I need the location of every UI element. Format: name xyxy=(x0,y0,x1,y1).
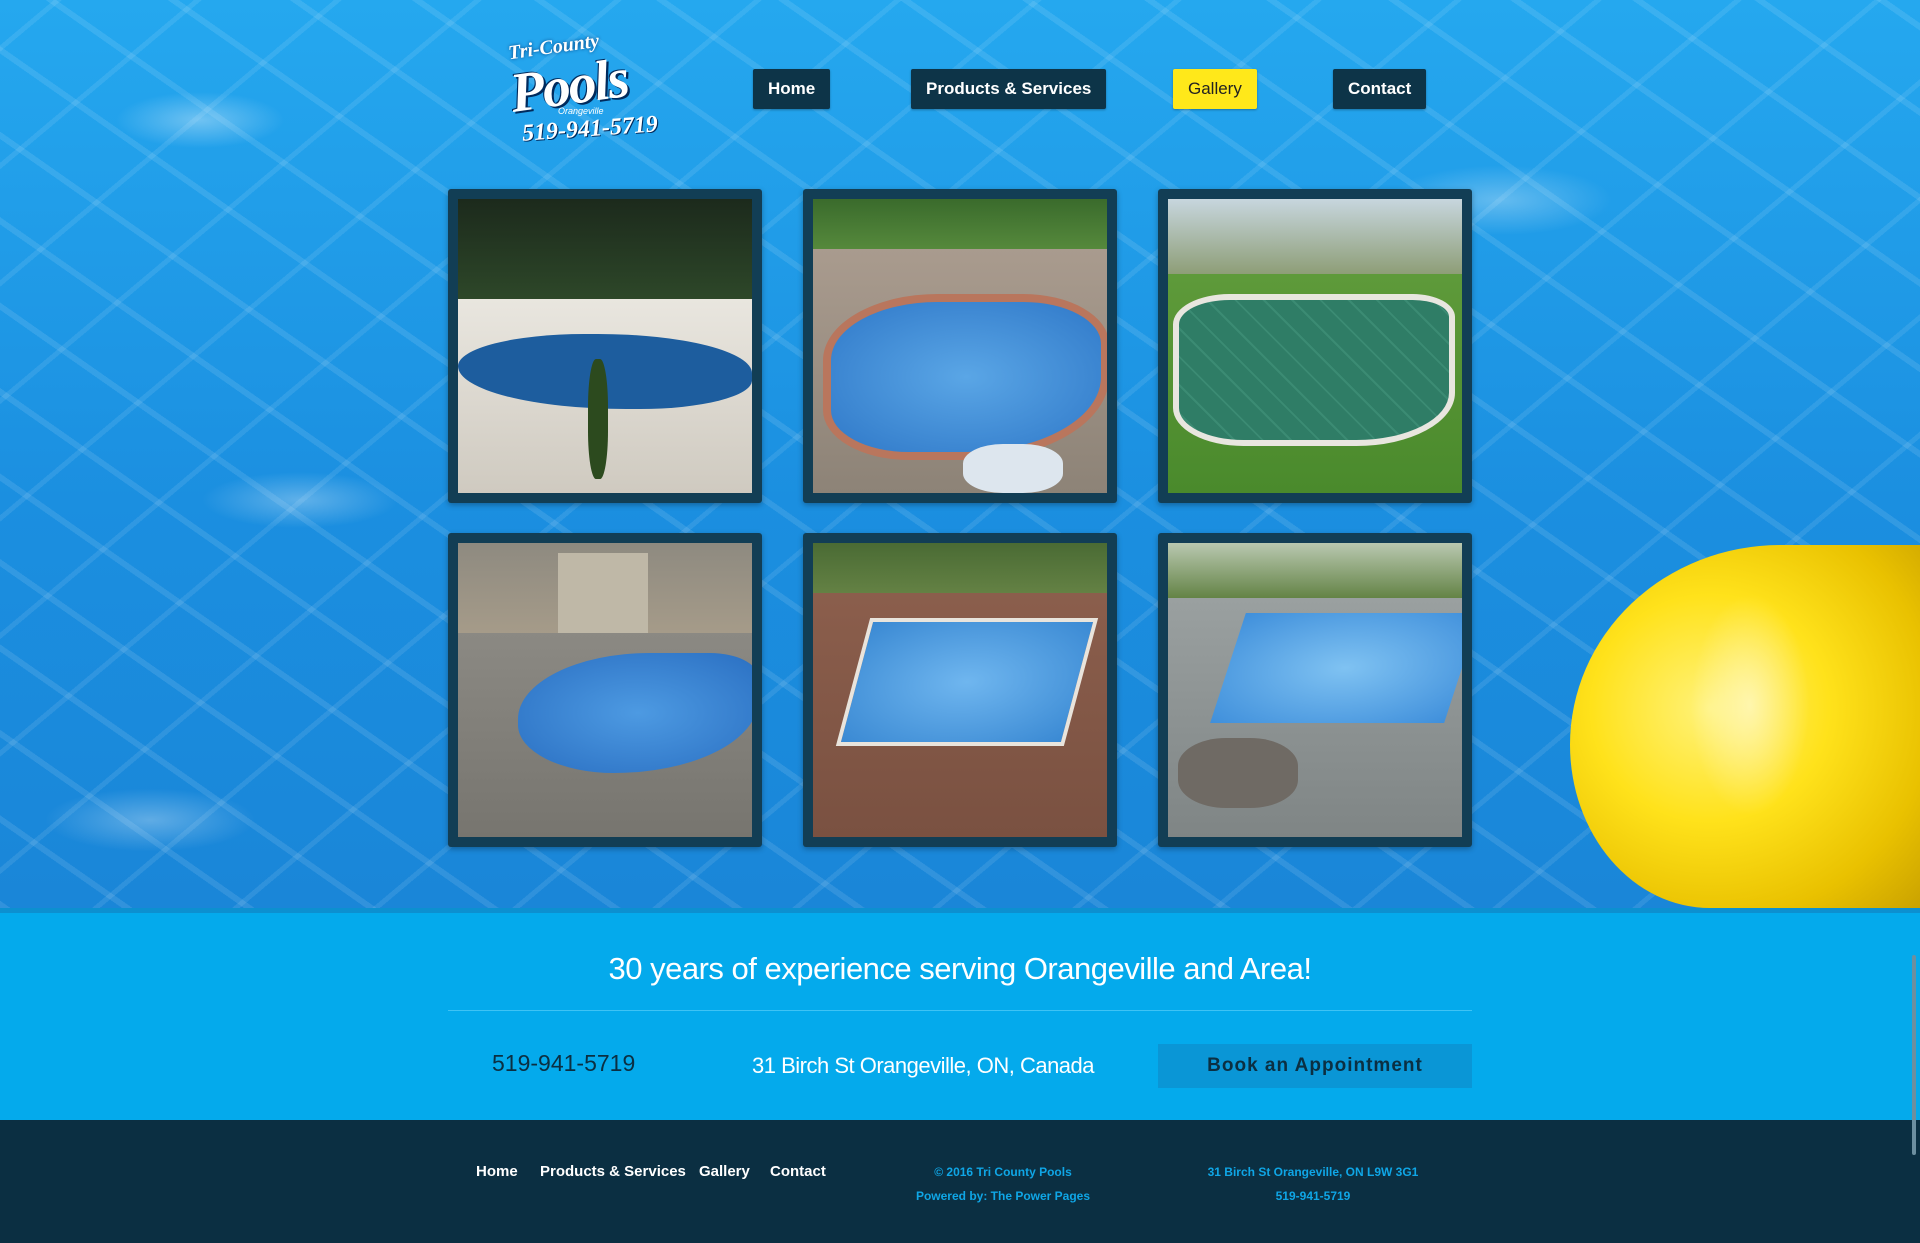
footer-link-home[interactable]: Home xyxy=(476,1163,518,1180)
nav-gallery[interactable]: Gallery xyxy=(1173,69,1257,109)
gallery-tile-3[interactable] xyxy=(1158,189,1472,503)
gallery-photo-1 xyxy=(458,199,752,493)
gallery-tile-5[interactable] xyxy=(803,533,1117,847)
footer-link-contact[interactable]: Contact xyxy=(770,1163,826,1180)
powered-by[interactable]: Powered by: The Power Pages xyxy=(898,1184,1108,1208)
tagline: 30 years of experience serving Orangevil… xyxy=(608,951,1312,986)
address: 31 Birch St Orangeville, ON, Canada xyxy=(752,1053,1095,1078)
divider xyxy=(448,1010,1472,1011)
gallery-tile-2[interactable] xyxy=(803,189,1117,503)
footer-address: 31 Birch St Orangeville, ON L9W 3G1 xyxy=(1207,1165,1419,1179)
nav-products-services[interactable]: Products & Services xyxy=(911,69,1107,109)
gallery-photo-4 xyxy=(458,543,752,837)
gallery-tile-6[interactable] xyxy=(1158,533,1472,847)
gallery-tile-1[interactable] xyxy=(448,189,762,503)
footer-contact-block: 31 Birch St Orangeville, ON L9W 3G1 519-… xyxy=(1188,1160,1438,1208)
gallery-photo-3 xyxy=(1168,199,1462,493)
copyright: © 2016 Tri County Pools xyxy=(934,1165,1072,1179)
footer: Home Products & Services Gallery Contact… xyxy=(0,1120,1920,1243)
footer-link-gallery[interactable]: Gallery xyxy=(699,1163,750,1180)
logo[interactable]: Tri-County Pools Orangeville 519-941-571… xyxy=(500,30,660,147)
gallery-tile-4[interactable] xyxy=(448,533,762,847)
nav-contact[interactable]: Contact xyxy=(1333,69,1427,109)
info-band: 30 years of experience serving Orangevil… xyxy=(0,908,1920,1125)
scrollbar[interactable] xyxy=(1912,955,1916,1155)
pool-float-image xyxy=(1570,545,1920,908)
book-appointment-button[interactable]: Book an Appointment xyxy=(1158,1044,1472,1088)
gallery-photo-5 xyxy=(813,543,1107,837)
gallery-photo-6 xyxy=(1168,543,1462,837)
nav-home[interactable]: Home xyxy=(753,69,831,109)
footer-phone[interactable]: 519-941-5719 xyxy=(1188,1184,1438,1208)
gallery-photo-2 xyxy=(813,199,1107,493)
phone-number[interactable]: 519-941-5719 xyxy=(492,1050,635,1077)
footer-copyright-block: © 2016 Tri County Pools Powered by: The … xyxy=(898,1160,1108,1208)
footer-link-products-services[interactable]: Products & Services xyxy=(540,1163,686,1180)
